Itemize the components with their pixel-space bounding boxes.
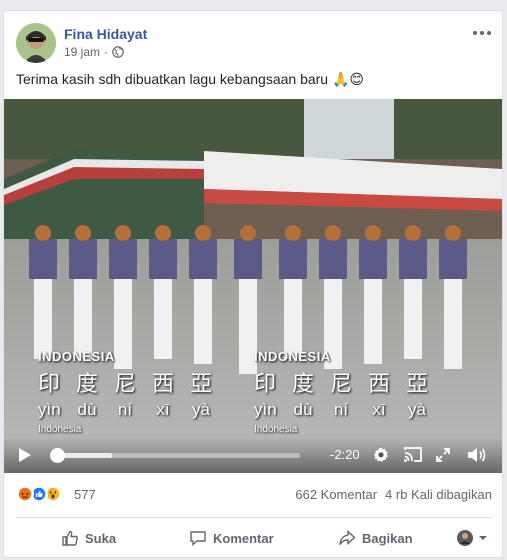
share-icon [339,529,356,546]
caption-pinyin-item: ní [117,400,133,419]
more-options-button[interactable] [472,27,492,39]
caption-char: 印 [254,372,277,397]
remaining-time: -2:20 [330,447,360,462]
reaction-count[interactable]: 577 [74,487,96,502]
comment-icon [190,531,206,547]
caption-char: 西 [368,372,391,397]
author-name[interactable]: Fina Hidayat [64,26,147,42]
comments-count[interactable]: 662 Komentar [295,487,377,502]
post-time[interactable]: 19 jam [64,45,100,59]
reactions-bar: 577 662 Komentar 4 rb Kali dibagikan [16,485,492,505]
caption-char: 尼 [114,372,137,397]
settings-gear-icon[interactable] [372,446,390,464]
avatar-image [16,23,56,63]
separator-dot: · [104,45,109,59]
cast-icon[interactable] [404,446,422,464]
share-button[interactable]: Bagikan [338,529,413,547]
caption-char: 亞 [406,372,429,397]
more-dot [473,31,477,35]
action-bar: Suka Komentar Bagikan [16,519,492,557]
caption-country: INDONESIA [254,349,331,364]
caption-char: 度 [76,372,99,397]
fullscreen-icon[interactable] [434,446,452,464]
comment-label: Komentar [213,530,274,546]
thumbs-up-icon [62,530,78,546]
engagement-stats: 662 Komentar 4 rb Kali dibagikan [295,487,492,502]
shares-count[interactable]: 4 rb Kali dibagikan [385,487,492,502]
chevron-down-icon [479,536,487,540]
video-controls: -2:20 [4,437,502,473]
caption-char: 印 [38,372,61,397]
post-header: Fina Hidayat 19 jam · [16,23,492,63]
caption-pinyin-item: dù [293,400,313,419]
caption-char: 西 [152,372,175,397]
volume-icon[interactable] [466,446,488,464]
caption-right: INDONESIA 印 度 尼 西 亞 yìn dù ní xī yà Indo… [254,349,428,435]
more-dot [480,31,484,35]
comment-button[interactable]: Komentar [189,529,274,547]
caption-pinyin: yìn dù ní xī yà [254,400,428,420]
post-meta: 19 jam · [64,45,124,59]
caption-chars: 印 度 尼 西 亞 [38,366,212,398]
caption-country: INDONESIA [38,349,115,364]
caption-char: 度 [292,372,315,397]
globe-icon [112,46,124,58]
caption-small: Indonesia [38,424,82,435]
more-dot [487,31,491,35]
caption-left: INDONESIA 印 度 尼 西 亞 yìn dù ní xī yà Indo… [38,349,212,435]
reaction-audience-selector[interactable] [456,529,488,547]
caption-small: Indonesia [254,424,298,435]
caption-chars: 印 度 尼 西 亞 [254,366,428,398]
caption-pinyin-item: yà [192,400,210,419]
caption-char: 亞 [190,372,213,397]
share-label: Bagikan [362,530,413,546]
divider [16,517,492,518]
like-button[interactable]: Suka [61,529,116,547]
angry-reaction-icon[interactable] [16,485,34,503]
post-card: Fina Hidayat 19 jam · Terima kasih sdh d… [3,10,503,558]
caption-pinyin-item: yìn [254,400,277,419]
progress-bar[interactable] [49,448,300,463]
video-player[interactable]: INDONESIA 印 度 尼 西 亞 yìn dù ní xī yà Indo… [4,99,502,473]
caption-pinyin-item: ní [333,400,349,419]
progress-handle[interactable] [49,448,65,463]
caption-pinyin-item: xī [156,400,170,419]
caption-pinyin-item: yà [408,400,426,419]
caption-pinyin-item: xī [372,400,386,419]
caption-pinyin-item: yìn [38,400,61,419]
like-label: Suka [85,530,117,546]
play-icon[interactable] [18,447,32,463]
caption-pinyin-item: dù [77,400,97,419]
avatar[interactable] [16,23,56,63]
profile-thumbnail-icon [457,530,473,546]
caption-char: 尼 [330,372,353,397]
post-text: Terima kasih sdh dibuatkan lagu kebangsa… [16,71,365,87]
caption-pinyin: yìn dù ní xī yà [38,400,212,420]
